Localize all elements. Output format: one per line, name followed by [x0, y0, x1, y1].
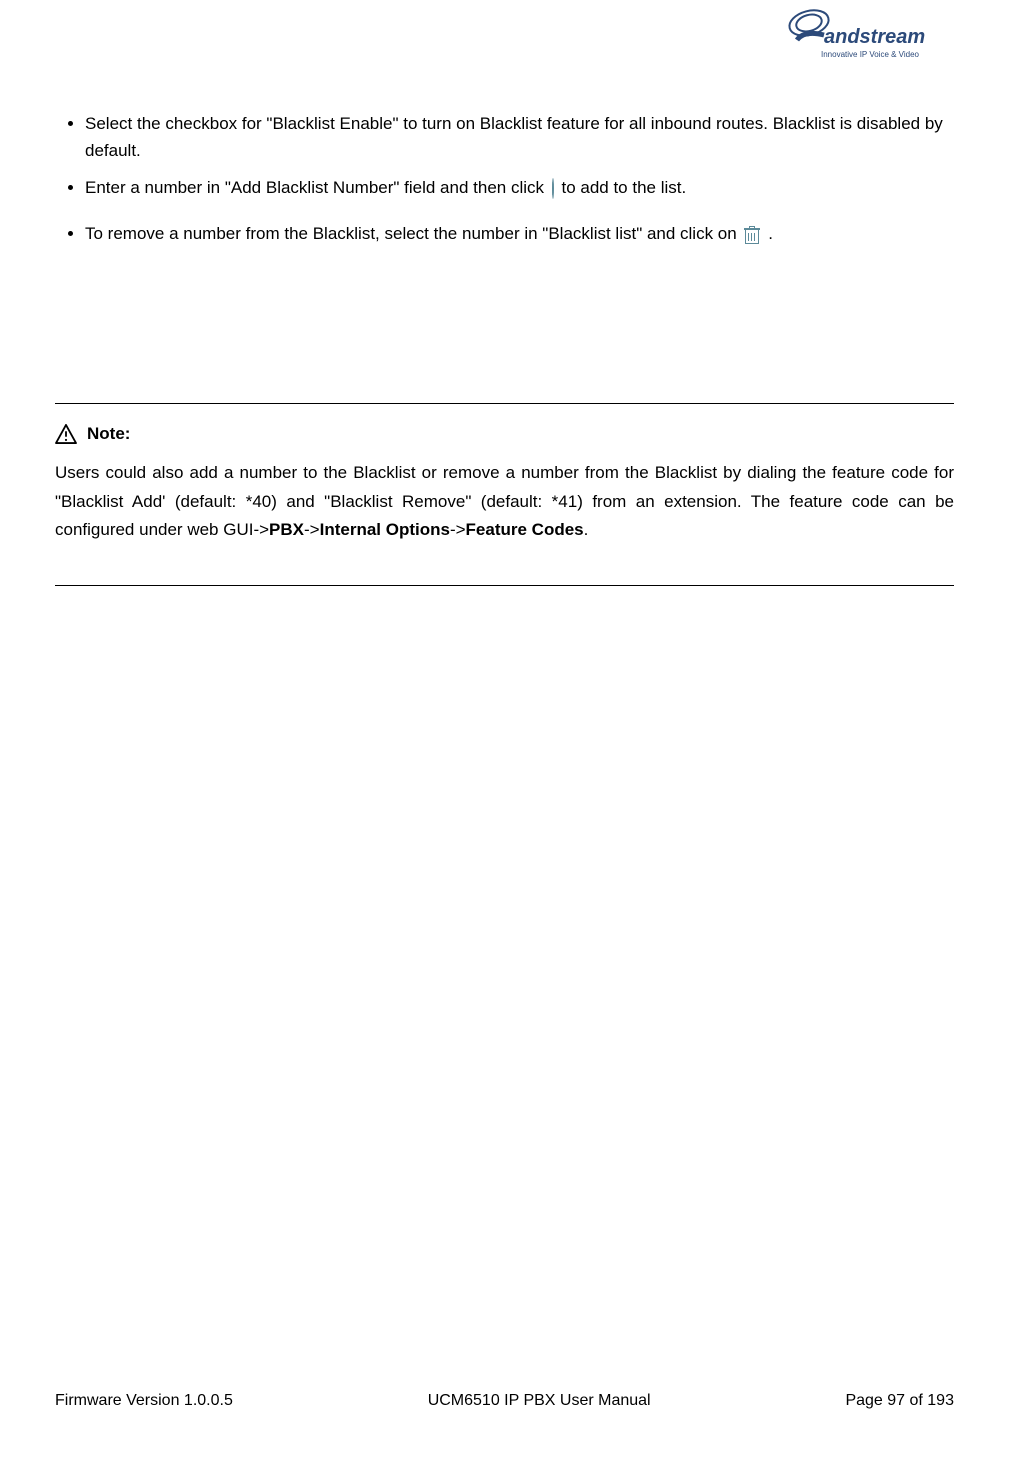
note-featurecodes: Feature Codes — [466, 520, 584, 539]
bullet-text-3b: . — [768, 224, 773, 243]
trash-icon — [744, 226, 760, 244]
header: andstream Innovative IP Voice & Video — [779, 5, 939, 70]
footer-firmware: Firmware Version 1.0.0.5 — [55, 1392, 233, 1410]
warning-icon — [55, 424, 77, 444]
footer-page: Page 97 of 193 — [845, 1392, 954, 1410]
note-label: Note: — [87, 424, 130, 444]
bullet-item-1: Select the checkbox for "Blacklist Enabl… — [85, 110, 954, 164]
bullet-text-2b: to add to the list. — [561, 178, 686, 197]
main-content: Select the checkbox for "Blacklist Enabl… — [55, 110, 954, 586]
add-icon — [552, 175, 554, 202]
note-body: Users could also add a number to the Bla… — [55, 459, 954, 546]
note-arrow2: -> — [450, 520, 466, 539]
note-pbx: PBX — [269, 520, 304, 539]
note-section: Note: Users could also add a number to t… — [55, 403, 954, 587]
note-period: . — [584, 520, 589, 539]
bullet-item-2: Enter a number in "Add Blacklist Number"… — [85, 174, 954, 202]
bullet-text-2a: Enter a number in "Add Blacklist Number"… — [85, 178, 549, 197]
instruction-list: Select the checkbox for "Blacklist Enabl… — [55, 110, 954, 248]
note-arrow1: -> — [304, 520, 320, 539]
footer-manual: UCM6510 IP PBX User Manual — [428, 1392, 651, 1410]
note-internal: Internal Options — [320, 520, 450, 539]
footer: Firmware Version 1.0.0.5 UCM6510 IP PBX … — [55, 1392, 954, 1410]
bullet-text-1: Select the checkbox for "Blacklist Enabl… — [85, 114, 943, 160]
svg-text:Innovative IP Voice & Video: Innovative IP Voice & Video — [821, 50, 920, 59]
svg-text:andstream: andstream — [824, 26, 925, 48]
bullet-text-3a: To remove a number from the Blacklist, s… — [85, 224, 741, 243]
grandstream-logo: andstream Innovative IP Voice & Video — [779, 5, 939, 65]
note-header: Note: — [55, 424, 954, 444]
bullet-item-3: To remove a number from the Blacklist, s… — [85, 220, 954, 247]
